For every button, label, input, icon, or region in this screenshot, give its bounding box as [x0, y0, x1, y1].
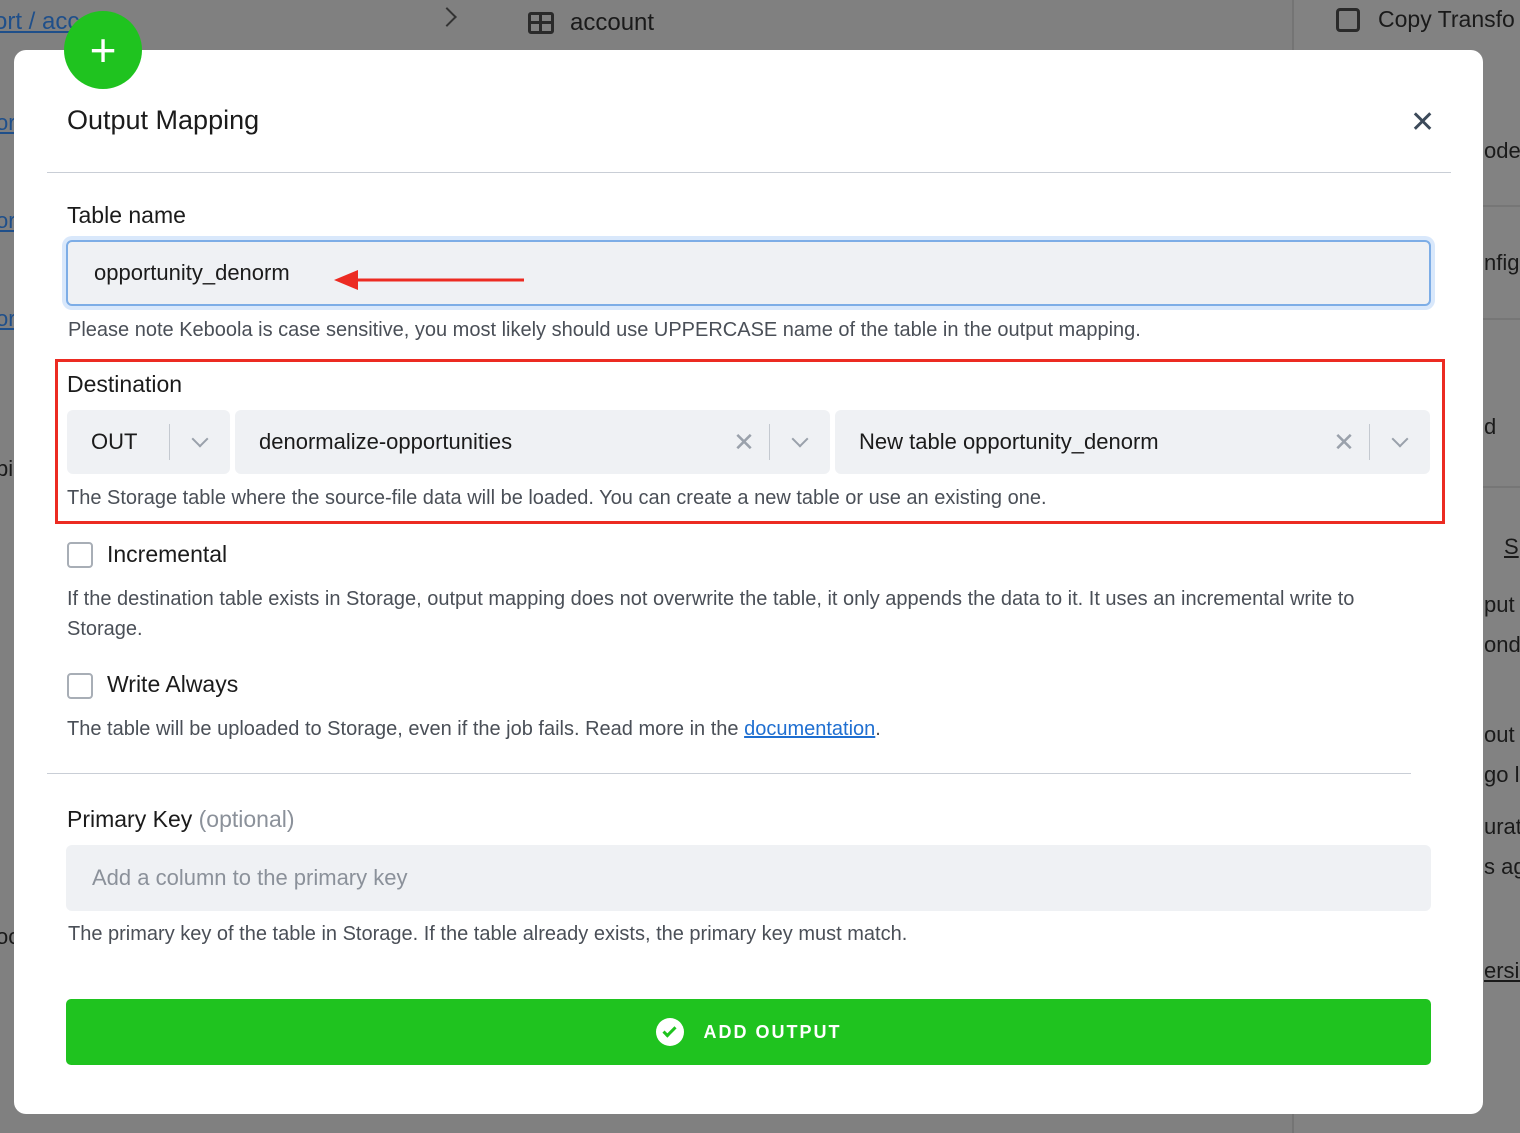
bg-text: urat [1484, 814, 1520, 839]
destination-label: Destination [67, 371, 183, 397]
write-always-help-suffix: . [875, 718, 881, 740]
divider [47, 172, 1451, 173]
primary-key-help: The primary key of the table in Storage.… [68, 923, 908, 945]
add-icon-badge: + [64, 11, 142, 89]
stage-select[interactable]: OUT [67, 410, 230, 474]
destination-help: The Storage table where the source-file … [67, 487, 1047, 509]
annotation-arrow-icon [334, 270, 524, 290]
table-value: New table opportunity_denorm [859, 429, 1159, 454]
bg-text: S [1504, 534, 1519, 559]
chevron-down-icon[interactable] [170, 430, 230, 448]
check-circle-icon [655, 1018, 684, 1046]
bg-text: d [1484, 414, 1497, 439]
tab-account: account [570, 9, 655, 36]
modal-title: Output Mapping [67, 105, 260, 135]
bucket-select[interactable]: denormalize-opportunities ✕ [235, 410, 830, 474]
primary-key-label: Primary Key (optional) [67, 806, 295, 833]
stage-value: OUT [91, 429, 138, 454]
clear-icon[interactable]: ✕ [1319, 427, 1369, 458]
chevron-down-icon[interactable] [1370, 430, 1430, 448]
plus-icon: + [89, 24, 117, 76]
incremental-checkbox[interactable] [67, 542, 93, 568]
write-always-help: The table will be uploaded to Storage, e… [67, 714, 881, 744]
bg-text: ode [1484, 138, 1520, 163]
bg-text: ersic [1484, 958, 1520, 983]
bucket-value: denormalize-opportunities [259, 429, 513, 454]
bg-text: onds [1484, 632, 1520, 657]
optional-tag: (optional) [198, 806, 295, 832]
add-output-label: ADD OUTPUT [703, 1021, 842, 1042]
primary-key-input[interactable] [66, 845, 1431, 911]
bg-text: put [1484, 592, 1515, 617]
bg-text: pi [0, 456, 14, 481]
bg-text: go l [1484, 762, 1520, 787]
divider [47, 773, 1411, 774]
close-icon[interactable]: ✕ [1410, 108, 1435, 138]
incremental-label[interactable]: Incremental [107, 541, 227, 568]
chevron-right-icon [437, 7, 457, 27]
bg-text: nfig [1484, 250, 1520, 275]
clear-icon[interactable]: ✕ [719, 427, 769, 458]
chevron-down-icon[interactable] [770, 430, 830, 448]
table-name-label: Table name [67, 202, 186, 228]
write-always-label[interactable]: Write Always [107, 671, 238, 698]
table-icon [528, 12, 554, 34]
bg-text: s ag [1484, 854, 1520, 879]
bg-text: out [1484, 722, 1515, 747]
documentation-link[interactable]: documentation [744, 718, 875, 740]
add-output-button[interactable]: ADD OUTPUT [66, 999, 1431, 1065]
write-always-checkbox[interactable] [67, 673, 93, 699]
table-name-help: Please note Keboola is case sensitive, y… [68, 319, 1141, 341]
incremental-help: If the destination table exists in Stora… [67, 588, 1355, 640]
table-name-input[interactable] [66, 240, 1431, 306]
table-select[interactable]: New table opportunity_denorm ✕ [835, 410, 1430, 474]
primary-key-label-text: Primary Key [67, 806, 193, 832]
copy-transformation-label: Copy Transfo [1378, 6, 1515, 32]
copy-icon [1336, 8, 1360, 32]
output-mapping-modal: Output Mapping ✕ Table name Please note … [14, 50, 1483, 1114]
write-always-help-text: The table will be uploaded to Storage, e… [67, 718, 745, 740]
